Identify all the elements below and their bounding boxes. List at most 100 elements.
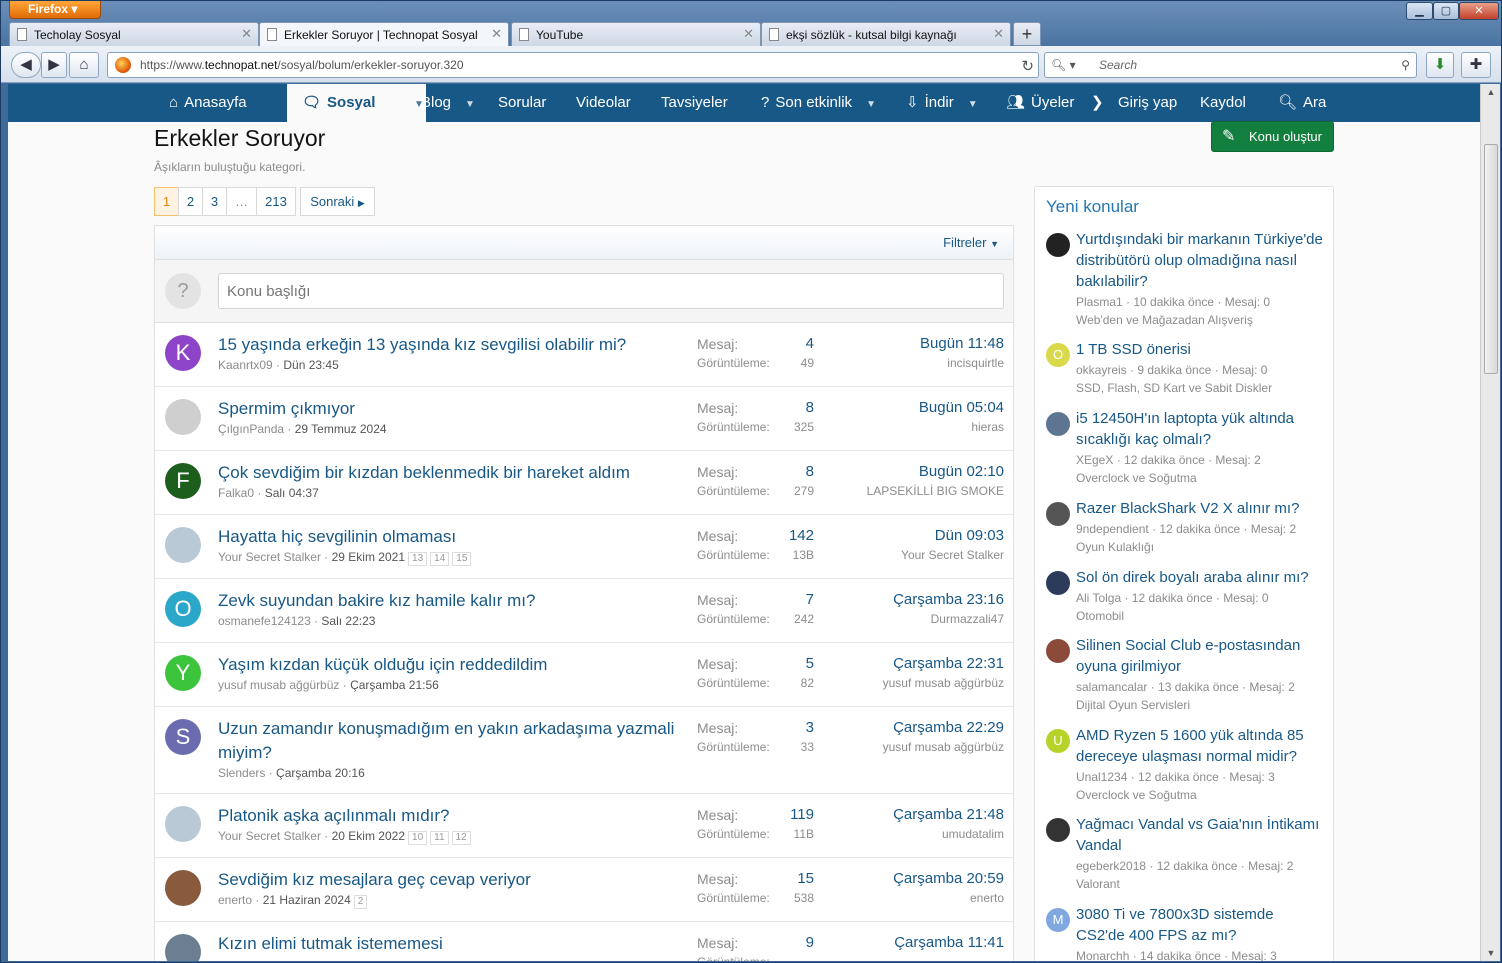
thread-date[interactable]: Çarşamba 20:16: [276, 766, 365, 780]
page-ellipsis[interactable]: …: [226, 187, 257, 216]
last-post-date[interactable]: Çarşamba 20:59: [893, 870, 1004, 887]
sidebar-topic-title[interactable]: Sol ön direk boyalı araba alınır mı?: [1076, 567, 1326, 588]
thread-date[interactable]: Salı 04:37: [265, 486, 319, 500]
thread-row[interactable]: O Zevk suyundan bakire kız hamile kalır m…: [155, 579, 1013, 643]
avatar[interactable]: [1046, 639, 1070, 663]
avatar[interactable]: K: [165, 335, 201, 371]
avatar[interactable]: [165, 399, 201, 435]
sidebar-topic-title[interactable]: Silinen Social Club e-postasından oyuna …: [1076, 635, 1326, 677]
forward-arrow-icon[interactable]: ▶: [41, 52, 67, 78]
thread-row[interactable]: Spermim çıkmıyor ÇılgınPanda · 29 Temmuz …: [155, 387, 1013, 451]
thread-date[interactable]: 29 Temmuz 2024: [295, 422, 387, 436]
nav-son-etkinlik[interactable]: ? Son etkinlik ▼: [761, 84, 876, 122]
nav-videolar[interactable]: Videolar: [576, 84, 631, 122]
sidebar-topic-title[interactable]: 1 TB SSD önerisi: [1076, 339, 1326, 360]
vertical-scrollbar[interactable]: ▲ ▼: [1480, 84, 1500, 961]
thread-author[interactable]: osmanefe124123: [218, 614, 311, 628]
search-input[interactable]: 🔍︎ ▾ Search ⚲: [1044, 52, 1417, 78]
thread-date[interactable]: Çarşamba 21:56: [350, 678, 439, 692]
thread-page-link[interactable]: 15: [452, 552, 472, 566]
sidebar-topic-title[interactable]: Razer BlackShark V2 X alınır mı?: [1076, 498, 1326, 519]
nav-indir[interactable]: ⇩ İndir ▼: [906, 84, 978, 122]
thread-row[interactable]: Sevdiğim kız mesajlara geç cevap veriyor…: [155, 858, 1013, 922]
thread-row[interactable]: Y Yaşım kızdan küçük olduğu için reddedil…: [155, 643, 1013, 707]
page-213[interactable]: 213: [256, 187, 296, 216]
sidebar-topic-title[interactable]: 3080 Ti ve 7800x3D sistemde CS2'de 400 F…: [1076, 904, 1326, 946]
avatar[interactable]: O: [165, 591, 201, 627]
last-post-user[interactable]: incisquirtle: [947, 356, 1004, 370]
url-bar[interactable]: https://www.technopat.net/sosyal/bolum/e…: [107, 52, 1039, 78]
search-go-icon[interactable]: ⚲: [1401, 53, 1410, 77]
avatar[interactable]: S: [165, 719, 201, 755]
thread-title[interactable]: 15 yaşında erkeğin 13 yaşında kız sevgil…: [218, 333, 688, 357]
avatar[interactable]: Y: [165, 655, 201, 691]
thread-title[interactable]: Hayatta hiç sevgilinin olmaması: [218, 525, 688, 549]
last-post-date[interactable]: Çarşamba 11:41: [894, 934, 1004, 951]
thread-author[interactable]: Your Secret Stalker: [218, 829, 321, 843]
close-tab-icon[interactable]: ✕: [491, 26, 502, 42]
page-2[interactable]: 2: [178, 187, 203, 216]
download-icon[interactable]: ⬇: [1426, 52, 1454, 78]
thread-date[interactable]: 29 Ekim 2021: [332, 550, 405, 564]
new-tab-button[interactable]: +: [1013, 22, 1041, 46]
avatar[interactable]: O: [1046, 343, 1070, 367]
thread-page-link[interactable]: 13: [408, 552, 428, 566]
last-post-user[interactable]: umudatalim: [942, 827, 1004, 841]
tab-youtube[interactable]: YouTube ✕: [511, 22, 761, 46]
register-link[interactable]: Kaydol: [1200, 84, 1246, 122]
thread-row[interactable]: Platonik aşka açılınmalı mıdır? Your Secr…: [155, 794, 1013, 858]
thread-author[interactable]: ÇılgınPanda: [218, 422, 284, 436]
page-1[interactable]: 1: [154, 187, 179, 216]
sidebar-topic-forum[interactable]: Valorant: [1076, 875, 1120, 893]
thread-author[interactable]: enerto: [218, 893, 252, 907]
sidebar-topic-title[interactable]: Yağmacı Vandal vs Gaia'nın İntikamı Vand…: [1076, 814, 1326, 856]
site-search-button[interactable]: 🔍︎ Ara: [1278, 84, 1326, 122]
thread-title[interactable]: Platonik aşka açılınmalı mıdır?: [218, 804, 688, 828]
sidebar-topic-forum[interactable]: SSD, Flash, SD Kart ve Sabit Diskler: [1076, 379, 1272, 397]
tab-technopat[interactable]: Erkekler Soruyor | Technopat Sosyal ✕: [259, 22, 509, 46]
nav-anasayfa[interactable]: ⌂ Anasayfa: [169, 84, 247, 122]
close-tab-icon[interactable]: ✕: [743, 26, 754, 42]
thread-row[interactable]: Kızın elimi tutmak istememesi · Mesaj: 9 G…: [155, 922, 1013, 961]
sidebar-topic-forum[interactable]: Dijital Oyun Servisleri: [1076, 696, 1190, 714]
nav-tavsiyeler[interactable]: Tavsiyeler: [661, 84, 728, 122]
addons-icon[interactable]: ✚: [1461, 52, 1491, 78]
last-post-date[interactable]: Dün 09:03: [935, 527, 1004, 544]
sidebar-topic-forum[interactable]: Otomobil: [1076, 607, 1124, 625]
thread-title[interactable]: Çok sevdiğim bir kızdan beklenmedik bir …: [218, 461, 688, 485]
avatar[interactable]: [165, 527, 201, 563]
thread-title[interactable]: Sevdiğim kız mesajlara geç cevap veriyor: [218, 868, 688, 892]
sidebar-topic-title[interactable]: Yurtdışındaki bir markanın Türkiye'de di…: [1076, 229, 1326, 292]
maximize-button[interactable]: ▢: [1433, 2, 1459, 20]
back-arrow-icon[interactable]: ◀: [11, 52, 41, 78]
thread-date[interactable]: Dün 23:45: [283, 358, 338, 372]
tab-eksi[interactable]: ekşi sözlük - kutsal bilgi kaynağı ✕: [761, 22, 1011, 46]
sidebar-topic-forum[interactable]: Web'den ve Mağazadan Alışveriş: [1076, 311, 1253, 329]
last-post-user[interactable]: yusuf musab ağgürbüz: [883, 740, 1004, 754]
avatar[interactable]: [1046, 412, 1070, 436]
thread-page-link[interactable]: 2: [353, 895, 368, 909]
sidebar-topic-forum[interactable]: Oyun Kulaklığı: [1076, 538, 1154, 556]
last-post-user[interactable]: Your Secret Stalker: [901, 548, 1004, 562]
thread-row[interactable]: K 15 yaşında erkeğin 13 yaşında kız sevgi…: [155, 323, 1013, 387]
thread-page-link[interactable]: 11: [430, 831, 449, 845]
last-post-date[interactable]: Çarşamba 23:16: [893, 591, 1004, 608]
last-post-date[interactable]: Bugün 11:48: [920, 335, 1004, 352]
thread-author[interactable]: Your Secret Stalker: [218, 550, 321, 564]
avatar[interactable]: [1046, 502, 1070, 526]
thread-row[interactable]: F Çok sevdiğim bir kızdan beklenmedik bir…: [155, 451, 1013, 515]
last-post-date[interactable]: Çarşamba 21:48: [893, 806, 1004, 823]
firefox-menu-button[interactable]: Firefox ▾: [9, 1, 101, 19]
page-3[interactable]: 3: [202, 187, 227, 216]
create-topic-button[interactable]: ✎ Konu oluştur: [1211, 121, 1334, 152]
thread-title[interactable]: Yaşım kızdan küçük olduğu için reddedild…: [218, 653, 688, 677]
thread-author[interactable]: yusuf musab ağgürbüz: [218, 678, 339, 692]
nav-sorular[interactable]: Sorular: [498, 84, 546, 122]
thread-date[interactable]: 21 Haziran 2024: [263, 893, 351, 907]
next-page-button[interactable]: Sonraki ▶: [300, 187, 375, 216]
last-post-user[interactable]: enerto: [970, 891, 1004, 905]
last-post-date[interactable]: Çarşamba 22:31: [893, 655, 1004, 672]
last-post-user[interactable]: hieras: [971, 420, 1004, 434]
last-post-date[interactable]: Bugün 05:04: [919, 399, 1004, 416]
thread-title[interactable]: Zevk suyundan bakire kız hamile kalır mı…: [218, 589, 688, 613]
